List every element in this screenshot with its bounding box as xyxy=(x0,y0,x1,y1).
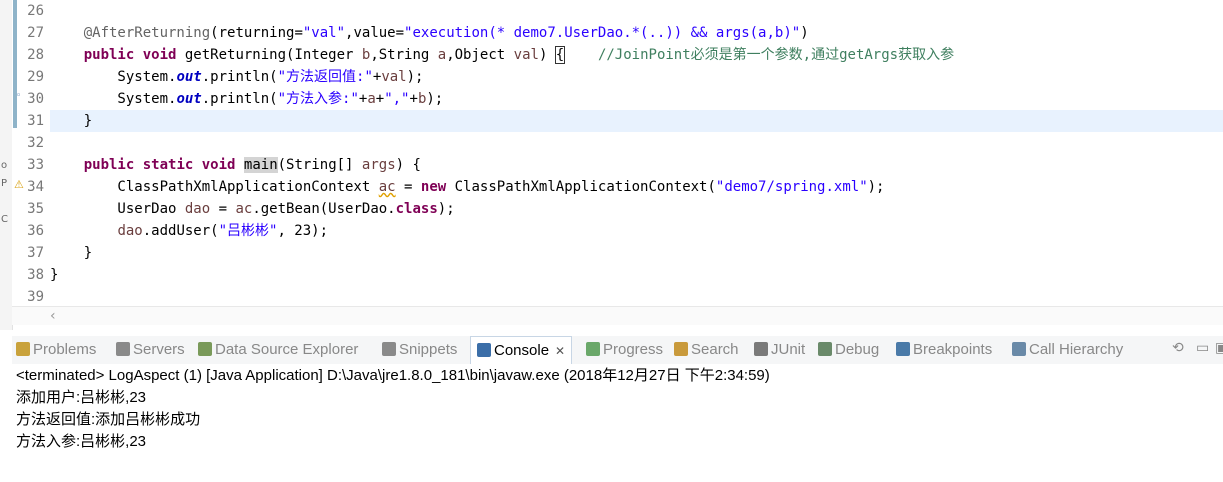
tab-problems[interactable]: Problems xyxy=(16,336,96,364)
edge-marker: o xyxy=(1,160,8,171)
edge-marker: C xyxy=(1,214,8,225)
console-status: <terminated> LogAspect (1) [Java Applica… xyxy=(16,367,770,384)
tab-call-hierarchy[interactable]: Call Hierarchy xyxy=(1012,336,1123,364)
line-number: 38 xyxy=(27,267,44,283)
code-line[interactable] xyxy=(50,0,1223,22)
tab-label: Snippets xyxy=(399,341,458,358)
line-number: 32 xyxy=(27,135,44,151)
line-number: 35 xyxy=(27,201,44,217)
line-number: 26 xyxy=(27,3,44,19)
console-output-line: 添加用户:吕彬彬,23 xyxy=(16,389,147,406)
tab-label: Console xyxy=(494,342,550,359)
code-line[interactable] xyxy=(50,286,1223,308)
tab-label: Search xyxy=(691,341,739,358)
code-line[interactable]: @AfterReturning(returning="val",value="e… xyxy=(50,22,1223,44)
tab-label: Servers xyxy=(133,341,185,358)
tab-label: Call Hierarchy xyxy=(1029,341,1124,358)
console-output-line: 方法返回值:添加吕彬彬成功 xyxy=(16,411,201,428)
tab-label: Problems xyxy=(33,341,97,358)
tab-label: Data Source Explorer xyxy=(215,341,359,358)
line-number: 29 xyxy=(27,69,44,85)
code-line[interactable]: public static void main(String[] args) { xyxy=(50,154,1223,176)
code-line[interactable]: dao.addUser("吕彬彬", 23); xyxy=(50,220,1223,242)
code-editor[interactable]: 26 27 @AfterReturning(returning="val",val… xyxy=(12,0,1223,306)
tab-debug[interactable]: Debug xyxy=(818,336,879,364)
tab-servers[interactable]: Servers xyxy=(116,336,185,364)
tab-junit[interactable]: JUnit xyxy=(754,336,805,364)
minimize-icon[interactable]: ▭ xyxy=(1196,340,1209,356)
tab-breakpoints[interactable]: Breakpoints xyxy=(896,336,992,364)
maximize-icon[interactable]: ▣ xyxy=(1215,340,1223,356)
breakpoints-icon xyxy=(896,342,910,356)
edge-marker: P xyxy=(1,178,8,189)
code-line[interactable]: public void getReturning(Integer b,Strin… xyxy=(50,44,1223,66)
problems-icon xyxy=(16,342,30,356)
database-icon xyxy=(198,342,212,356)
warning-marker-icon[interactable]: ⚠ xyxy=(14,178,24,191)
line-number: 39 xyxy=(27,289,44,305)
code-line[interactable]: } xyxy=(50,242,1223,264)
tab-data-source-explorer[interactable]: Data Source Explorer xyxy=(198,336,358,364)
console-icon xyxy=(477,343,491,357)
code-line[interactable]: System.out.println("方法入参:"+a+","+b); xyxy=(50,88,1223,110)
console-view[interactable]: <terminated> LogAspect (1) [Java Applica… xyxy=(12,364,1223,482)
tab-label: Breakpoints xyxy=(913,341,993,358)
scroll-left-icon[interactable]: ‹ xyxy=(50,308,56,324)
code-line[interactable]: } xyxy=(50,110,1223,132)
line-number: 27 xyxy=(27,25,44,41)
tab-console[interactable]: Console ✕ xyxy=(470,336,573,365)
tab-search[interactable]: Search xyxy=(674,336,739,364)
code-line[interactable]: UserDao dao = ac.getBean(UserDao.class); xyxy=(50,198,1223,220)
line-number: 36 xyxy=(27,223,44,239)
code-line[interactable] xyxy=(50,132,1223,154)
line-number: 28 xyxy=(27,47,44,63)
tab-snippets[interactable]: Snippets xyxy=(382,336,457,364)
pin-icon[interactable]: ⟲ xyxy=(1172,340,1184,356)
tab-label: JUnit xyxy=(771,341,806,358)
line-number: 33 xyxy=(27,157,44,173)
line-number: 30 xyxy=(27,91,44,107)
junit-icon xyxy=(754,342,768,356)
code-line[interactable]: } xyxy=(50,264,1223,286)
tab-label: Progress xyxy=(603,341,664,358)
code-line[interactable]: System.out.println("方法返回值:"+val); xyxy=(50,66,1223,88)
line-number: 37 xyxy=(27,245,44,261)
servers-icon xyxy=(116,342,130,356)
editor-horizontal-scrollbar[interactable]: ‹ xyxy=(12,306,1223,325)
override-marker-icon: ◦ xyxy=(16,91,22,101)
code-line[interactable]: ClassPathXmlApplicationContext ac = new … xyxy=(50,176,1223,198)
snippets-icon xyxy=(382,342,396,356)
search-icon xyxy=(674,342,688,356)
line-number: 31 xyxy=(27,113,44,129)
close-icon[interactable]: ✕ xyxy=(555,344,565,358)
tab-label: Debug xyxy=(835,341,880,358)
views-tab-bar: Problems Servers Data Source Explorer Snipp… xyxy=(12,336,1223,365)
console-output-line: 方法入参:吕彬彬,23 xyxy=(16,433,147,450)
progress-icon xyxy=(586,342,600,356)
tab-progress[interactable]: Progress xyxy=(586,336,663,364)
debug-icon xyxy=(818,342,832,356)
call-hierarchy-icon xyxy=(1012,342,1026,356)
